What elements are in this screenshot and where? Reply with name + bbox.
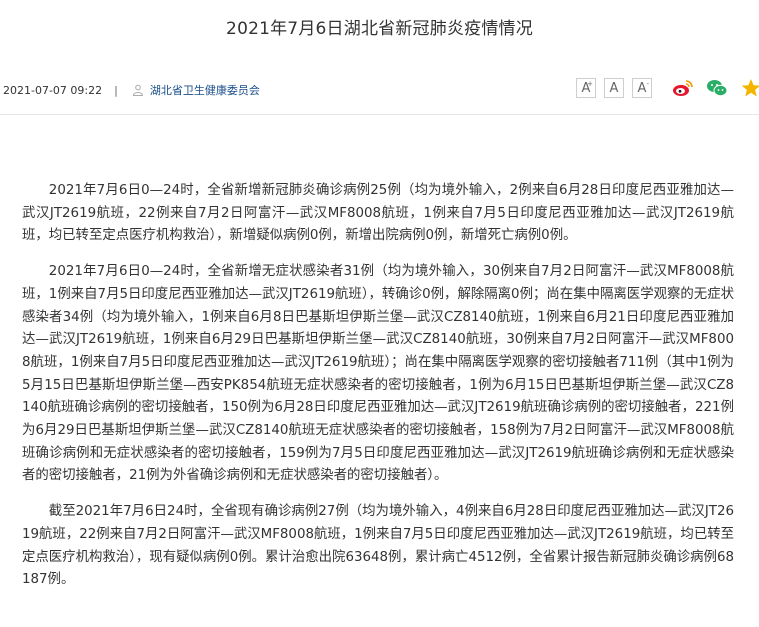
favorite-star-icon[interactable] bbox=[740, 78, 759, 98]
font-default-button[interactable]: A bbox=[604, 78, 624, 98]
header-divider bbox=[0, 114, 759, 115]
font-decrease-button[interactable]: A - bbox=[632, 78, 652, 98]
wechat-icon[interactable] bbox=[706, 78, 728, 98]
person-icon bbox=[132, 84, 144, 96]
publish-date: 2021-07-07 09:22 bbox=[3, 83, 103, 97]
source-link[interactable]: 湖北省卫生健康委员会 bbox=[150, 82, 260, 98]
paragraph-asymptomatic: 2021年7月6日0—24时，全省新增无症状感染者31例（均为境外输入，30例来… bbox=[22, 264, 734, 484]
article-body: 2021年7月6日0—24时，全省新增新冠肺炎确诊病例25例（均为境外输入，2例… bbox=[22, 180, 734, 605]
weibo-icon[interactable] bbox=[672, 78, 694, 98]
toolbar: A + A A - bbox=[576, 78, 759, 98]
page-title: 2021年7月6日湖北省新冠肺炎疫情情况 bbox=[226, 19, 533, 39]
paragraph-new-cases: 2021年7月6日0—24时，全省新增新冠肺炎确诊病例25例（均为境外输入，2例… bbox=[22, 183, 734, 244]
paragraph-cumulative: 截至2021年7月6日24时，全省现有确诊病例27例（均为境外输入，4例来自6月… bbox=[22, 504, 734, 588]
article-meta: 2021-07-07 09:22 | 湖北省卫生健康委员会 bbox=[3, 82, 260, 98]
font-decrease-label: A bbox=[637, 80, 647, 96]
font-increase-sup: + bbox=[587, 80, 593, 88]
font-increase-button[interactable]: A + bbox=[576, 78, 596, 98]
font-decrease-sup: - bbox=[646, 80, 649, 88]
font-default-label: A bbox=[609, 80, 619, 96]
meta-separator: | bbox=[114, 83, 118, 97]
